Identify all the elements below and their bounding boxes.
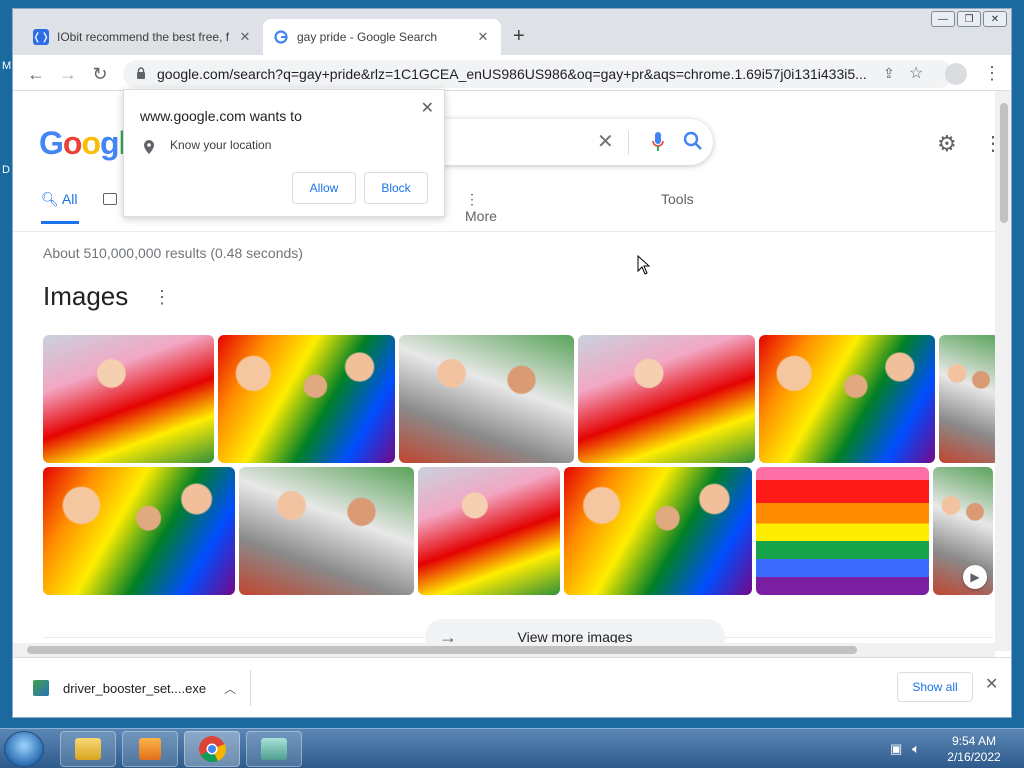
chevron-right-icon[interactable]: ▶: [963, 565, 987, 589]
chrome-window: ❬❭ IObit recommend the best free, f ✕ ga…: [12, 8, 1012, 718]
clock-date: 2/16/2022: [947, 750, 1001, 764]
profile-avatar[interactable]: [945, 63, 967, 85]
horizontal-scrollbar[interactable]: [13, 643, 995, 657]
close-icon[interactable]: ✕: [475, 29, 491, 45]
image-result[interactable]: [418, 467, 560, 595]
address-bar[interactable]: google.com/search?q=gay+pride&rlz=1C1GCE…: [123, 60, 953, 88]
search-icon: 🔍︎: [41, 191, 59, 207]
divider: [13, 231, 995, 232]
tab-google-search[interactable]: gay pride - Google Search ✕: [263, 19, 501, 55]
window-controls: — ❐ ✕: [931, 11, 1007, 27]
image-result[interactable]: [43, 467, 235, 595]
chevron-up-icon[interactable]: ︿: [224, 680, 236, 697]
close-icon[interactable]: ✕: [421, 98, 434, 118]
popup-message: Know your location: [170, 138, 272, 152]
scrollbar-thumb[interactable]: [27, 646, 857, 654]
location-permission-popup: www.google.com wants to ✕ Know your loca…: [123, 89, 445, 217]
clock[interactable]: 9:54 AM 2/16/2022: [944, 733, 1004, 765]
forward-button[interactable]: →: [57, 63, 79, 85]
new-tab-button[interactable]: +: [513, 25, 525, 48]
image-result[interactable]: [578, 335, 755, 463]
taskbar-media-player[interactable]: [122, 731, 178, 767]
download-bar: driver_booster_set....exe ︿ Show all ✕: [13, 657, 1011, 717]
media-player-icon: [139, 738, 161, 760]
tab-more[interactable]: ⋮ More: [465, 191, 497, 224]
close-window-button[interactable]: ✕: [983, 11, 1007, 27]
show-all-button[interactable]: Show all: [897, 672, 973, 702]
start-button[interactable]: [4, 731, 44, 767]
location-pin-icon: [144, 140, 154, 154]
browser-toolbar: ← → ↻ google.com/search?q=gay+pride&rlz=…: [13, 55, 1011, 91]
microphone-icon[interactable]: [651, 131, 665, 153]
taskbar: ▣ 🔈︎ 9:54 AM 2/16/2022: [0, 728, 1024, 768]
image-result[interactable]: [43, 335, 214, 463]
search-icon[interactable]: [681, 129, 705, 153]
taskbar-app[interactable]: [246, 731, 302, 767]
taskbar-chrome[interactable]: [184, 731, 240, 767]
clear-icon[interactable]: ✕: [597, 129, 614, 154]
image-result[interactable]: [218, 335, 395, 463]
divider: [628, 131, 629, 155]
tab-title: IObit recommend the best free, f: [57, 30, 230, 44]
image-row: ▶: [43, 467, 993, 595]
installer-icon: [33, 680, 49, 696]
close-icon[interactable]: ✕: [237, 29, 253, 45]
volume-icon[interactable]: 🔈︎: [912, 741, 920, 757]
more-options-icon[interactable]: ⋮: [983, 131, 995, 156]
network-icon[interactable]: ▣: [890, 741, 902, 757]
reload-button[interactable]: ↻: [89, 63, 111, 85]
chrome-menu-icon[interactable]: ⋮: [983, 63, 1001, 84]
tab-title: gay pride - Google Search: [297, 30, 438, 44]
clock-time: 9:54 AM: [951, 734, 997, 748]
popup-title: www.google.com wants to: [140, 108, 302, 124]
download-filename: driver_booster_set....exe: [63, 680, 207, 696]
gear-icon[interactable]: ⚙: [937, 131, 957, 157]
images-heading: Images: [43, 281, 129, 311]
mouse-cursor-icon: [637, 255, 651, 275]
image-result[interactable]: [756, 467, 929, 595]
download-item[interactable]: driver_booster_set....exe ︿: [23, 670, 251, 706]
close-icon[interactable]: ✕: [985, 674, 998, 694]
tab-iobit[interactable]: ❬❭ IObit recommend the best free, f ✕: [23, 19, 263, 55]
image-result[interactable]: [564, 467, 752, 595]
folder-icon: [75, 738, 101, 760]
image-row: [43, 335, 995, 463]
minimize-button[interactable]: —: [931, 11, 955, 27]
image-result[interactable]: ▶: [933, 467, 993, 595]
vertical-scrollbar[interactable]: [995, 91, 1011, 651]
image-result[interactable]: [759, 335, 935, 463]
chrome-icon: [199, 736, 226, 763]
address-text: google.com/search?q=gay+pride&rlz=1C1GCE…: [157, 66, 867, 82]
desktop-icon-label: D: [2, 164, 10, 176]
tab-strip: ❬❭ IObit recommend the best free, f ✕ ga…: [13, 9, 1011, 55]
tab-tools[interactable]: Tools: [661, 191, 694, 207]
result-stats: About 510,000,000 results (0.48 seconds): [43, 245, 303, 261]
block-button[interactable]: Block: [364, 172, 428, 204]
share-icon[interactable]: ⇪: [883, 65, 895, 82]
back-button[interactable]: ←: [25, 63, 47, 85]
image-icon[interactable]: [103, 193, 117, 205]
desktop-icon-label: M: [2, 60, 12, 72]
notepad-icon: [261, 738, 287, 760]
taskbar-explorer[interactable]: [60, 731, 116, 767]
google-icon: [273, 29, 289, 45]
system-tray: ▣ 🔈︎: [890, 741, 920, 757]
image-result[interactable]: [399, 335, 574, 463]
image-result[interactable]: [939, 335, 995, 463]
restore-button[interactable]: ❐: [957, 11, 981, 27]
active-tab-underline: [41, 221, 79, 224]
allow-button[interactable]: Allow: [292, 172, 356, 204]
iobit-icon: ❬❭: [33, 29, 49, 45]
scrollbar-thumb[interactable]: [1000, 103, 1008, 223]
more-options-icon[interactable]: ⋮: [153, 287, 171, 308]
lock-icon: [137, 67, 145, 79]
tab-all[interactable]: 🔍︎ All: [41, 191, 81, 224]
image-result[interactable]: [239, 467, 414, 595]
bookmark-star-icon[interactable]: ☆: [909, 63, 923, 83]
